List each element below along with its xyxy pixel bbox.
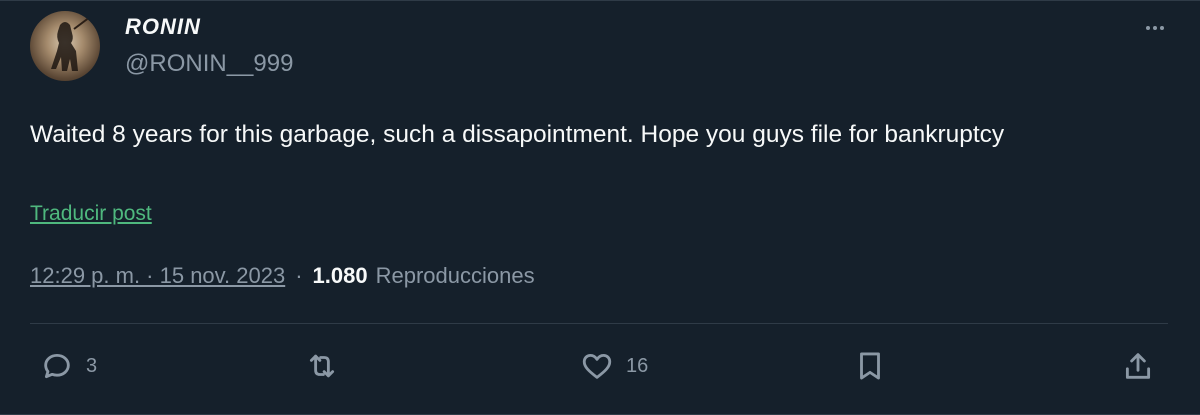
retweet-button[interactable] [305,346,339,386]
bookmark-button[interactable] [853,346,887,386]
user-handle[interactable]: @RONIN__999 [125,50,293,78]
post-meta: 12:29 p. m. · 15 nov. 2023 · 1.080 Repro… [30,263,535,289]
more-icon[interactable] [1137,14,1173,42]
reply-icon [44,353,70,379]
like-count: 16 [626,354,649,377]
meta-separator: · [295,263,303,288]
divider [30,323,1168,324]
top-border [0,0,1200,1]
avatar[interactable] [30,11,100,81]
like-button[interactable]: 16 [580,346,648,386]
display-name[interactable]: RONIN [125,14,201,40]
bookmark-icon [860,352,880,380]
views-count: 1.080 [312,263,368,288]
post-text: Waited 8 years for this garbage, such a … [30,121,1005,148]
reply-button[interactable]: 3 [40,346,97,386]
retweet-icon [309,354,335,378]
post-timestamp[interactable]: 12:29 p. m. · 15 nov. 2023 [30,263,285,289]
avatar-image [51,16,91,71]
reply-count: 3 [86,354,98,377]
share-button[interactable] [1121,346,1155,386]
views-label: Reproducciones [375,263,535,288]
share-icon [1125,353,1151,379]
like-icon [582,353,612,379]
translate-post-link[interactable]: Traducir post [30,202,152,226]
